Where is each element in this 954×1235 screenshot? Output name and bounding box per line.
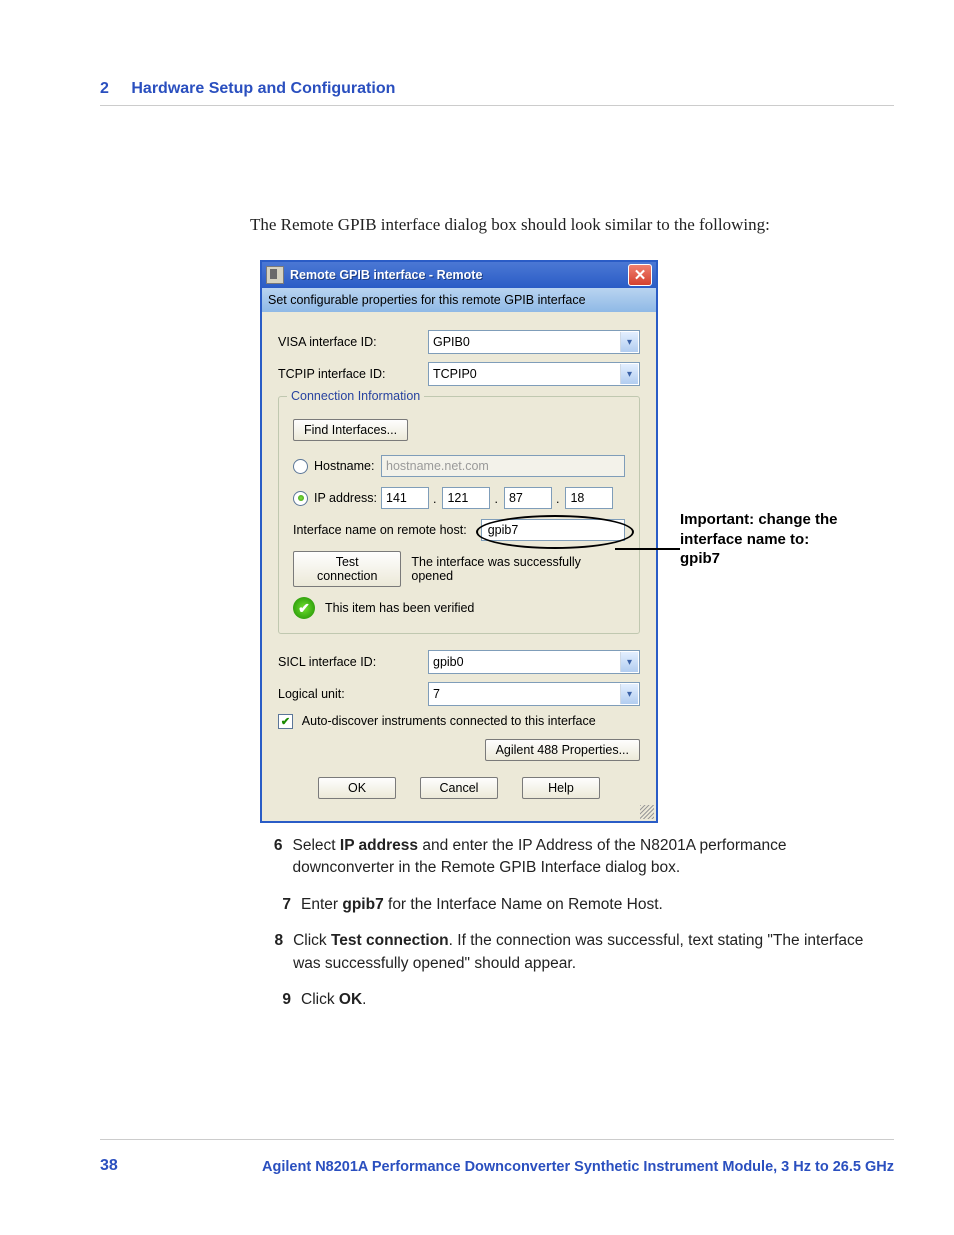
sicl-label: SICL interface ID: [278, 655, 428, 669]
ip-octet-4[interactable]: 18 [565, 487, 613, 509]
lu-value: 7 [433, 687, 440, 701]
verified-text: This item has been verified [325, 601, 474, 615]
visa-value: GPIB0 [433, 335, 470, 349]
callout-connector [615, 548, 680, 550]
window-title: Remote GPIB interface - Remote [290, 268, 628, 282]
sicl-combobox[interactable]: gpib0 ▾ [428, 650, 640, 674]
lu-label: Logical unit: [278, 687, 428, 701]
sicl-value: gpib0 [433, 655, 464, 669]
step-9: 9 Click OK. [265, 989, 889, 1011]
tcpip-combobox[interactable]: TCPIP0 ▾ [428, 362, 640, 386]
chapter-title: Hardware Setup and Configuration [131, 80, 395, 97]
callout-note: Important: change the interface name to:… [680, 510, 900, 569]
ifname-input[interactable]: gpib7 [481, 519, 625, 541]
step-6: 6 Select IP address and enter the IP Add… [265, 835, 889, 880]
dialog-subheader: Set configurable properties for this rem… [262, 288, 656, 312]
tcpip-label: TCPIP interface ID: [278, 367, 428, 381]
footer-rule [100, 1139, 894, 1140]
dialog-screenshot: Remote GPIB interface - Remote ✕ Set con… [260, 260, 658, 823]
intro-text: The Remote GPIB interface dialog box sho… [250, 215, 770, 235]
auto-discover-label: Auto-discover instruments connected to t… [302, 714, 596, 728]
test-connection-button[interactable]: Test connection [293, 551, 401, 587]
titlebar[interactable]: Remote GPIB interface - Remote ✕ [262, 262, 656, 288]
app-icon [266, 266, 284, 284]
resize-grip-icon[interactable] [640, 805, 654, 819]
auto-discover-checkbox[interactable]: ✔ [278, 714, 293, 729]
footer-title: Agilent N8201A Performance Downconverter… [262, 1159, 894, 1175]
chevron-down-icon[interactable]: ▾ [620, 364, 638, 384]
ip-radio[interactable] [293, 491, 308, 506]
ip-octet-2[interactable]: 121 [442, 487, 490, 509]
ok-button[interactable]: OK [318, 777, 396, 799]
check-icon: ✔ [293, 597, 315, 619]
ip-octet-3[interactable]: 87 [504, 487, 552, 509]
visa-label: VISA interface ID: [278, 335, 428, 349]
tcpip-value: TCPIP0 [433, 367, 477, 381]
chapter-number: 2 [100, 80, 109, 98]
ifname-label: Interface name on remote host: [293, 523, 467, 537]
step-8: 8 Click Test connection. If the connecti… [265, 930, 889, 975]
visa-combobox[interactable]: GPIB0 ▾ [428, 330, 640, 354]
instruction-steps: 6 Select IP address and enter the IP Add… [265, 835, 889, 1026]
chevron-down-icon[interactable]: ▾ [620, 332, 638, 352]
chevron-down-icon[interactable]: ▾ [620, 684, 638, 704]
page-number: 38 [100, 1157, 118, 1175]
page-header: 2 Hardware Setup and Configuration [100, 80, 395, 98]
group-title: Connection Information [287, 389, 424, 403]
hostname-label: Hostname: [314, 459, 374, 473]
cancel-button[interactable]: Cancel [420, 777, 498, 799]
connection-info-group: Connection Information Find Interfaces..… [278, 396, 640, 634]
page-footer: 38 Agilent N8201A Performance Downconver… [100, 1157, 894, 1175]
header-rule [100, 105, 894, 106]
test-result-text: The interface was successfully opened [411, 555, 625, 583]
agilent-488-button[interactable]: Agilent 488 Properties... [485, 739, 640, 761]
hostname-input[interactable]: hostname.net.com [381, 455, 625, 477]
help-button[interactable]: Help [522, 777, 600, 799]
ip-octet-1[interactable]: 141 [381, 487, 429, 509]
hostname-radio[interactable] [293, 459, 308, 474]
step-7: 7 Enter gpib7 for the Interface Name on … [265, 894, 889, 916]
ip-label: IP address: [314, 491, 377, 505]
chevron-down-icon[interactable]: ▾ [620, 652, 638, 672]
lu-combobox[interactable]: 7 ▾ [428, 682, 640, 706]
find-interfaces-button[interactable]: Find Interfaces... [293, 419, 408, 441]
close-icon[interactable]: ✕ [628, 264, 652, 286]
